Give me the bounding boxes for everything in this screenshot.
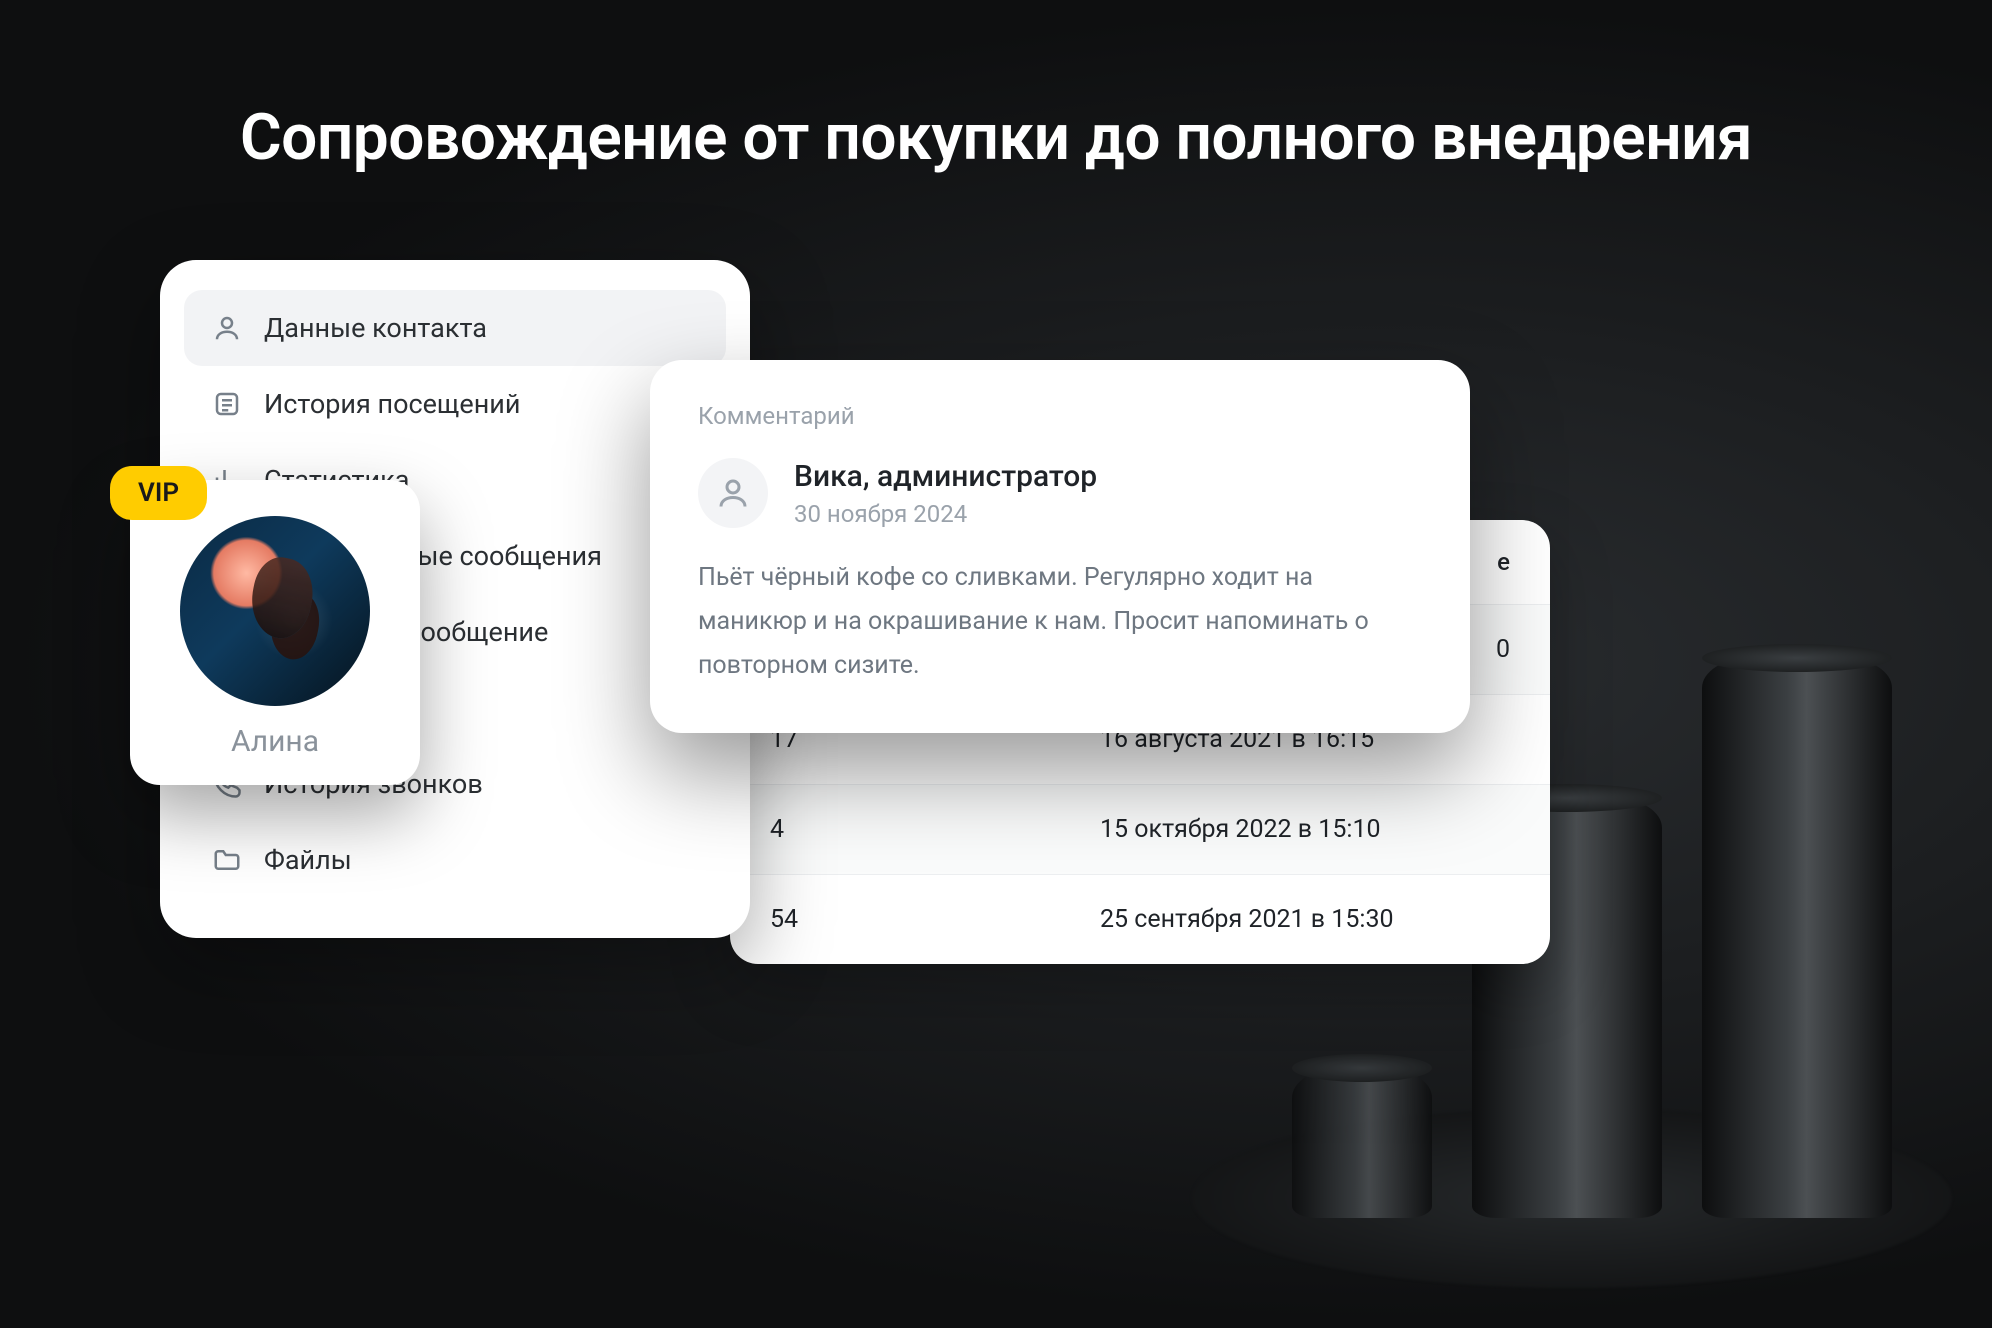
sidebar-item-files[interactable]: Файлы bbox=[184, 822, 726, 898]
table-cell-date: 15 октября 2022 в 15:10 bbox=[1100, 815, 1381, 844]
sidebar-item-label: Файлы bbox=[264, 844, 352, 876]
comment-body: Пьёт чёрный кофе со сливками. Регулярно … bbox=[698, 556, 1422, 687]
folder-icon bbox=[212, 845, 242, 875]
user-icon bbox=[212, 313, 242, 343]
contact-name: Алина bbox=[154, 724, 396, 759]
comment-author-name: Вика, администратор bbox=[794, 459, 1097, 494]
table-row[interactable]: 4 15 октября 2022 в 15:10 bbox=[730, 784, 1550, 874]
sidebar-item-label: История посещений bbox=[264, 388, 520, 420]
list-icon bbox=[212, 389, 242, 419]
sidebar-item-label: Данные контакта bbox=[264, 312, 487, 344]
vip-badge: VIP bbox=[110, 466, 207, 520]
comment-card: Комментарий Вика, администратор 30 ноябр… bbox=[650, 360, 1470, 733]
comment-section-label: Комментарий bbox=[698, 402, 1422, 430]
sidebar-item-visit-history[interactable]: История посещений bbox=[184, 366, 726, 442]
table-row[interactable]: 54 25 сентября 2021 в 15:30 bbox=[730, 874, 1550, 964]
table-cell-count: 4 bbox=[770, 815, 1100, 844]
contact-card: VIP Алина bbox=[130, 480, 420, 785]
contact-avatar[interactable] bbox=[180, 516, 370, 706]
table-cell-date: 25 сентября 2021 в 15:30 bbox=[1100, 905, 1394, 934]
table-cell-count: 54 bbox=[770, 905, 1100, 934]
comment-author-avatar bbox=[698, 458, 768, 528]
hero-title: Сопровождение от покупки до полного внед… bbox=[0, 100, 1992, 175]
comment-date: 30 ноября 2024 bbox=[794, 500, 1097, 528]
sidebar-item-contact-data[interactable]: Данные контакта bbox=[184, 290, 726, 366]
